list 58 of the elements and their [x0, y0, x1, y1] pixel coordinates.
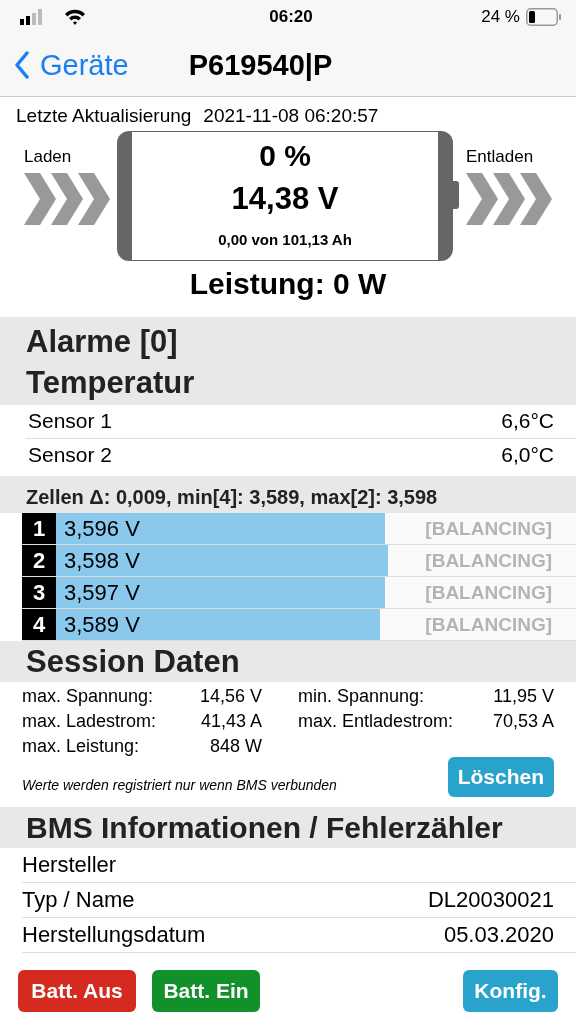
capacity-text: 0,00 von 101,13 Ah [218, 231, 352, 248]
sensor-name: Sensor 2 [28, 443, 113, 467]
stat-label: max. Spannung: [22, 686, 154, 707]
discharge-label: Entladen [466, 147, 535, 167]
charge-label: Laden [24, 147, 73, 167]
back-chevron-icon [14, 51, 30, 79]
action-button[interactable]: Batt. Ein [152, 970, 260, 1012]
balancing-label: [BALANCING] [425, 613, 553, 636]
bms-title: BMS Informationen / Fehlerzähler [26, 811, 503, 844]
balancing-label: [BALANCING] [425, 549, 553, 572]
stat-value: 848 W [209, 736, 262, 757]
sensor-value: 6,0°C [501, 443, 554, 467]
stat-value: 41,43 A [200, 711, 262, 732]
info-label: Herstellungsdatum [22, 922, 206, 948]
sensor-value: 6,6°C [501, 409, 554, 433]
balancing-label: [BALANCING] [425, 581, 553, 604]
chevrons-icon [466, 173, 552, 225]
stat-value: 11,95 V [493, 686, 554, 707]
update-timestamp: 2021-11-08 06:20:57 [203, 105, 379, 127]
screen-title: P619540|P [188, 48, 333, 82]
power-reading: Leistung: 0 W [188, 267, 388, 301]
action-button[interactable]: Konfig. [463, 970, 558, 1012]
status-time: 06:20 [269, 7, 313, 27]
balancing-label: [BALANCING] [425, 517, 553, 540]
info-label: Typ / Name [22, 887, 135, 913]
chevrons-icon [24, 173, 110, 225]
session-note: Werte werden registriert nur wenn BMS verbunden [22, 777, 337, 795]
update-label: Letzte Aktualisierung [16, 105, 192, 127]
charge-percent: 0 % [259, 139, 311, 173]
cell-number: 3 [22, 577, 56, 608]
cell-voltage: 3,589 V [63, 611, 140, 638]
cell-number: 4 [22, 609, 56, 640]
battery-icon [526, 8, 562, 26]
stat-label: max. Entladestrom: [298, 711, 454, 732]
cell-number: 2 [22, 545, 56, 576]
stat-label: max. Leistung: [22, 736, 140, 757]
stat-value: 14,56 V [199, 686, 262, 707]
temperature-title: Temperatur [26, 364, 196, 402]
cell-voltage: 3,598 V [63, 547, 140, 574]
wifi-icon [64, 9, 86, 25]
session-title: Session Daten [26, 644, 240, 679]
battery-percent: 24 % [481, 7, 520, 27]
cell-voltage: 3,596 V [63, 515, 140, 542]
sensor-name: Sensor 1 [28, 409, 113, 433]
cell-voltage: 3,597 V [63, 579, 140, 606]
alarms-title: Alarme [0] [26, 323, 179, 361]
info-value: DL20030021 [428, 887, 554, 913]
info-value: 05.03.2020 [443, 922, 554, 948]
cells-summary: Zellen Δ: 0,009, min[4]: 3,589, max[2]: 3,598 [0, 476, 576, 513]
back-button[interactable]: Geräte [14, 48, 129, 82]
stat-label: min. Spannung: [298, 686, 425, 707]
clear-button[interactable]: Löschen [447, 757, 554, 797]
action-button[interactable]: Batt. Aus [18, 970, 136, 1012]
info-label: Hersteller [22, 852, 117, 878]
stat-value: 70,53 A [492, 711, 554, 732]
cell-number: 1 [22, 513, 56, 544]
battery-voltage: 14,38 V [231, 181, 339, 217]
stat-label: max. Ladestrom: [22, 711, 157, 732]
